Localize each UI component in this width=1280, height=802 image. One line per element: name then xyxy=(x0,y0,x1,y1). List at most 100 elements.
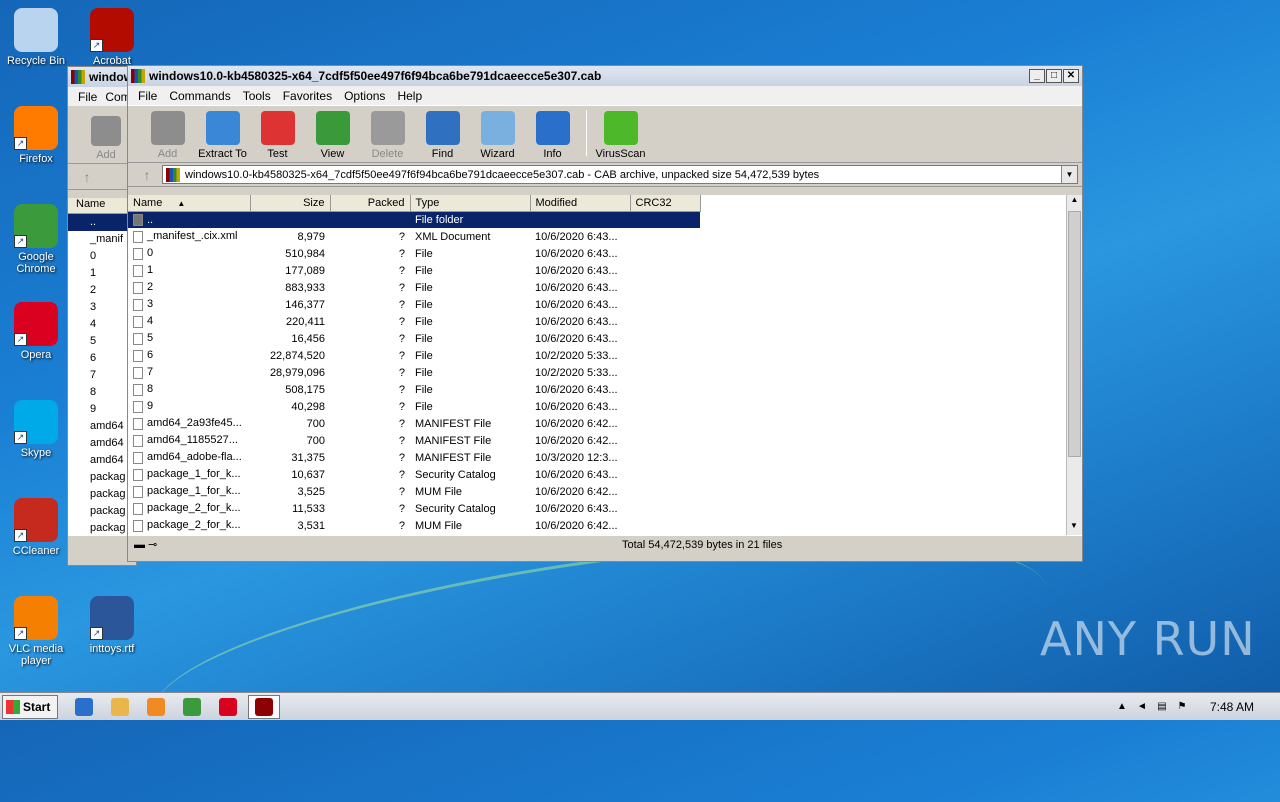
back-list-item[interactable]: 7 xyxy=(68,367,136,384)
table-row[interactable]: .. File folder xyxy=(128,211,1068,228)
network-icon[interactable]: ▤ xyxy=(1156,701,1168,713)
clock[interactable]: 7:48 AM xyxy=(1210,700,1254,714)
table-row[interactable]: package_2_for_k... 11,533? Security Catalo… xyxy=(128,500,1068,517)
back-list-item[interactable]: 9 xyxy=(68,401,136,418)
back-list-item[interactable]: amd64 xyxy=(68,452,136,469)
taskbar-explorer[interactable] xyxy=(104,695,136,719)
desktop-icon-4[interactable]: ↗ Opera xyxy=(0,302,72,361)
taskbar-ie[interactable] xyxy=(68,695,100,719)
main-winrar-window[interactable]: windows10.0-kb4580325-x64_7cdf5f50ee497f… xyxy=(127,65,1083,562)
chevron-up-icon[interactable]: ▲ xyxy=(1116,701,1128,713)
up-arrow-icon[interactable]: ↑ xyxy=(132,165,162,185)
back-list-item[interactable]: 8 xyxy=(68,384,136,401)
back-list-item[interactable]: 2 xyxy=(68,282,136,299)
file-icon xyxy=(133,247,143,260)
desktop-icon-1[interactable]: ↗ Acrobat xyxy=(76,8,148,67)
column-modified[interactable]: Modified xyxy=(530,195,631,212)
desktop-icon-3[interactable]: ↗ Google Chrome xyxy=(0,204,72,275)
menu-tools[interactable]: Tools xyxy=(237,89,277,103)
table-row[interactable]: package_1_for_k... 10,637? Security Catalo… xyxy=(128,466,1068,483)
menu-help[interactable]: Help xyxy=(391,89,428,103)
table-row[interactable]: package_2_for_k... 3,531? MUM File 10/6/202… xyxy=(128,517,1068,534)
table-row[interactable]: 8 508,175? File 10/6/2020 6:43... xyxy=(128,381,1068,398)
table-row[interactable]: 4 220,411? File 10/6/2020 6:43... xyxy=(128,313,1068,330)
back-list-item[interactable]: packag xyxy=(68,469,136,486)
table-row[interactable]: 6 22,874,520? File 10/2/2020 5:33... xyxy=(128,347,1068,364)
table-row[interactable]: package_1_for_k... 3,525? MUM File 10/6/202… xyxy=(128,483,1068,500)
menu-options[interactable]: Options xyxy=(338,89,391,103)
taskbar-chrome[interactable] xyxy=(176,695,208,719)
start-button[interactable]: Start xyxy=(2,694,58,719)
back-column-name[interactable]: Name xyxy=(68,198,136,214)
back-list-item[interactable]: 4 xyxy=(68,316,136,333)
table-row[interactable]: amd64_adobe-fla... 31,375? MANIFEST File 10… xyxy=(128,449,1068,466)
volume-icon[interactable]: ◄ xyxy=(1136,701,1148,713)
back-list-item[interactable]: .. xyxy=(68,214,136,231)
table-row[interactable]: 5 16,456? File 10/6/2020 6:43... xyxy=(128,330,1068,347)
scroll-up-arrow-icon[interactable]: ▲ xyxy=(1067,195,1082,209)
back-list-item[interactable]: 6 xyxy=(68,350,136,367)
desktop-icon-5[interactable]: ↗ Skype xyxy=(0,400,72,459)
archive-path-field[interactable]: windows10.0-kb4580325-x64_7cdf5f50ee497f… xyxy=(162,165,1078,184)
virusscan-button[interactable]: VirusScan xyxy=(593,111,648,162)
back-list-item[interactable]: 5 xyxy=(68,333,136,350)
back-list-item[interactable]: _manif xyxy=(68,231,136,248)
table-row[interactable]: 0 510,984? File 10/6/2020 6:43... xyxy=(128,245,1068,262)
table-row[interactable]: 3 146,377? File 10/6/2020 6:43... xyxy=(128,296,1068,313)
back-list-item[interactable]: 0 xyxy=(68,248,136,265)
test-button[interactable]: Test xyxy=(250,111,305,162)
back-list-item[interactable]: amd64 xyxy=(68,418,136,435)
menu-favorites[interactable]: Favorites xyxy=(277,89,338,103)
column-crc32[interactable]: CRC32 xyxy=(630,195,701,212)
vertical-scrollbar[interactable]: ▲ ▼ xyxy=(1066,195,1082,535)
scrollbar-thumb[interactable] xyxy=(1068,211,1081,457)
column-size[interactable]: Size xyxy=(250,195,331,212)
minimize-button[interactable]: _ xyxy=(1029,69,1045,83)
table-row[interactable]: amd64_2a93fe45... 700? MANIFEST File 10/6/2… xyxy=(128,415,1068,432)
table-row[interactable]: _manifest_.cix.xml 8,979? XML Document 10/6… xyxy=(128,228,1068,245)
add-button[interactable]: Add xyxy=(140,111,195,162)
back-list-item[interactable]: amd64 xyxy=(68,435,136,452)
find-button[interactable]: Find xyxy=(415,111,470,162)
desktop-icon-0[interactable]: Recycle Bin xyxy=(0,8,72,67)
desktop-icon-7[interactable]: ↗ VLC media player xyxy=(0,596,72,667)
back-list-item[interactable]: packag xyxy=(68,486,136,503)
cell-type: MUM File xyxy=(415,519,463,532)
desktop-icon-8[interactable]: ↗ inttoys.rtf xyxy=(76,596,148,655)
back-window-titlebar[interactable]: window xyxy=(68,67,136,87)
cell-filler xyxy=(700,483,1068,500)
view-button[interactable]: View xyxy=(305,111,360,162)
maximize-button[interactable]: □ xyxy=(1046,69,1062,83)
taskbar-opera[interactable] xyxy=(212,695,244,719)
desktop-icon-6[interactable]: ↗ CCleaner xyxy=(0,498,72,557)
up-arrow-icon[interactable]: ↑ xyxy=(72,167,102,187)
table-row[interactable]: 2 883,933? File 10/6/2020 6:43... xyxy=(128,279,1068,296)
info-button[interactable]: Info xyxy=(525,111,580,162)
main-window-titlebar[interactable]: windows10.0-kb4580325-x64_7cdf5f50ee497f… xyxy=(128,66,1082,86)
menu-file[interactable]: File xyxy=(72,90,103,104)
delete-button[interactable]: Delete xyxy=(360,111,415,162)
table-row[interactable]: amd64_1185527... 700? MANIFEST File 10/6/20… xyxy=(128,432,1068,449)
back-list-item[interactable]: 3 xyxy=(68,299,136,316)
table-row[interactable]: 7 28,979,096? File 10/2/2020 5:33... xyxy=(128,364,1068,381)
scroll-down-arrow-icon[interactable]: ▼ xyxy=(1067,521,1081,535)
close-button[interactable]: ✕ xyxy=(1063,69,1079,83)
back-list-item[interactable]: packag xyxy=(68,520,136,536)
taskbar-media[interactable] xyxy=(140,695,172,719)
column-packed[interactable]: Packed xyxy=(330,195,411,212)
back-list-item[interactable]: 1 xyxy=(68,265,136,282)
column-type[interactable]: Type xyxy=(410,195,531,212)
back-add-button[interactable]: Add xyxy=(86,116,126,163)
back-list-item[interactable]: packag xyxy=(68,503,136,520)
table-row[interactable]: 9 40,298? File 10/6/2020 6:43... xyxy=(128,398,1068,415)
menu-file[interactable]: File xyxy=(132,89,163,103)
menu-commands[interactable]: Commands xyxy=(163,89,236,103)
chevron-down-icon[interactable]: ▼ xyxy=(1061,166,1077,183)
table-row[interactable]: 1 177,089? File 10/6/2020 6:43... xyxy=(128,262,1068,279)
column-name[interactable]: Name ▲ xyxy=(128,195,251,212)
taskbar-winrar[interactable] xyxy=(248,694,280,719)
flag-icon[interactable]: ⚑ xyxy=(1176,701,1188,713)
extract-to-button[interactable]: Extract To xyxy=(195,111,250,162)
wizard-button[interactable]: Wizard xyxy=(470,111,525,162)
desktop-icon-2[interactable]: ↗ Firefox xyxy=(0,106,72,165)
